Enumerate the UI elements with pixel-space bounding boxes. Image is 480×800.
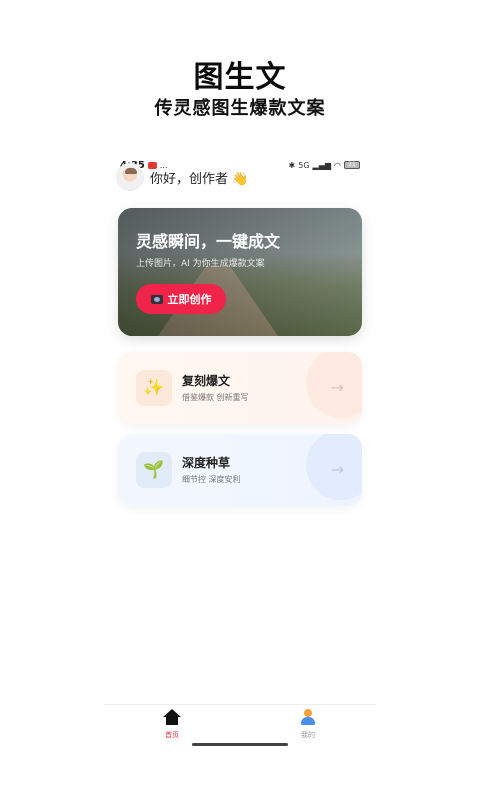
banner-title: 灵感瞬间，一键成文 (136, 232, 281, 251)
tab-home-label: 首页 (165, 731, 179, 739)
banner-subtitle: 上传图片，AI 为你生成爆款文案 (136, 259, 265, 269)
wifi-icon: ◠ (334, 160, 341, 170)
arrow-right-icon: → (330, 460, 344, 479)
create-now-label: 立即创作 (167, 294, 212, 306)
signal-icon: ▂▄▆ (312, 160, 332, 170)
feature-subtitle: 细节控 深度安利 (182, 475, 241, 484)
tab-mine-label: 我的 (301, 731, 315, 739)
camera-icon (150, 294, 163, 304)
hero-title: 图生文 (193, 60, 287, 95)
seedling-icon: 🌱 (136, 452, 172, 488)
inspiration-banner[interactable]: 灵感瞬间，一键成文 上传图片，AI 为你生成爆款文案 立即创作 (118, 208, 362, 336)
sparkles-icon: ✨ (136, 370, 172, 406)
home-indicator[interactable] (192, 743, 288, 746)
arrow-right-icon: → (330, 378, 344, 397)
feature-title: 复刻爆文 (182, 374, 231, 388)
greeting-row: 你好，创作者 👋 (116, 162, 248, 192)
home-icon (163, 709, 181, 725)
feature-card-replicate[interactable]: ✨ 复刻爆文 借鉴爆款 创新重写 → (118, 352, 362, 424)
phone-screen: 4:35 ... ✱ 5G ▂▄▆ ◠ 21 你好，创作者 👋 灵感瞬间，一键成… (104, 150, 376, 750)
feature-title: 深度种草 (182, 456, 231, 470)
tab-home[interactable]: 首页 (142, 709, 202, 740)
battery-icon: 21 (344, 161, 360, 169)
hero-subtitle: 传灵感图生爆款文案 (154, 98, 326, 119)
user-icon (300, 709, 316, 725)
tab-mine[interactable]: 我的 (278, 709, 338, 740)
feature-subtitle: 借鉴爆款 创新重写 (182, 393, 249, 402)
feature-card-deep-recommend[interactable]: 🌱 深度种草 细节控 深度安利 → (118, 434, 362, 506)
greeting-text: 你好，创作者 👋 (150, 171, 249, 187)
create-now-button[interactable]: 立即创作 (136, 284, 226, 314)
status-right: ✱ 5G ▂▄▆ ◠ 21 (289, 161, 360, 170)
network-label: 5G (298, 160, 310, 170)
bluetooth-icon: ✱ (288, 160, 296, 170)
avatar[interactable] (116, 163, 144, 191)
